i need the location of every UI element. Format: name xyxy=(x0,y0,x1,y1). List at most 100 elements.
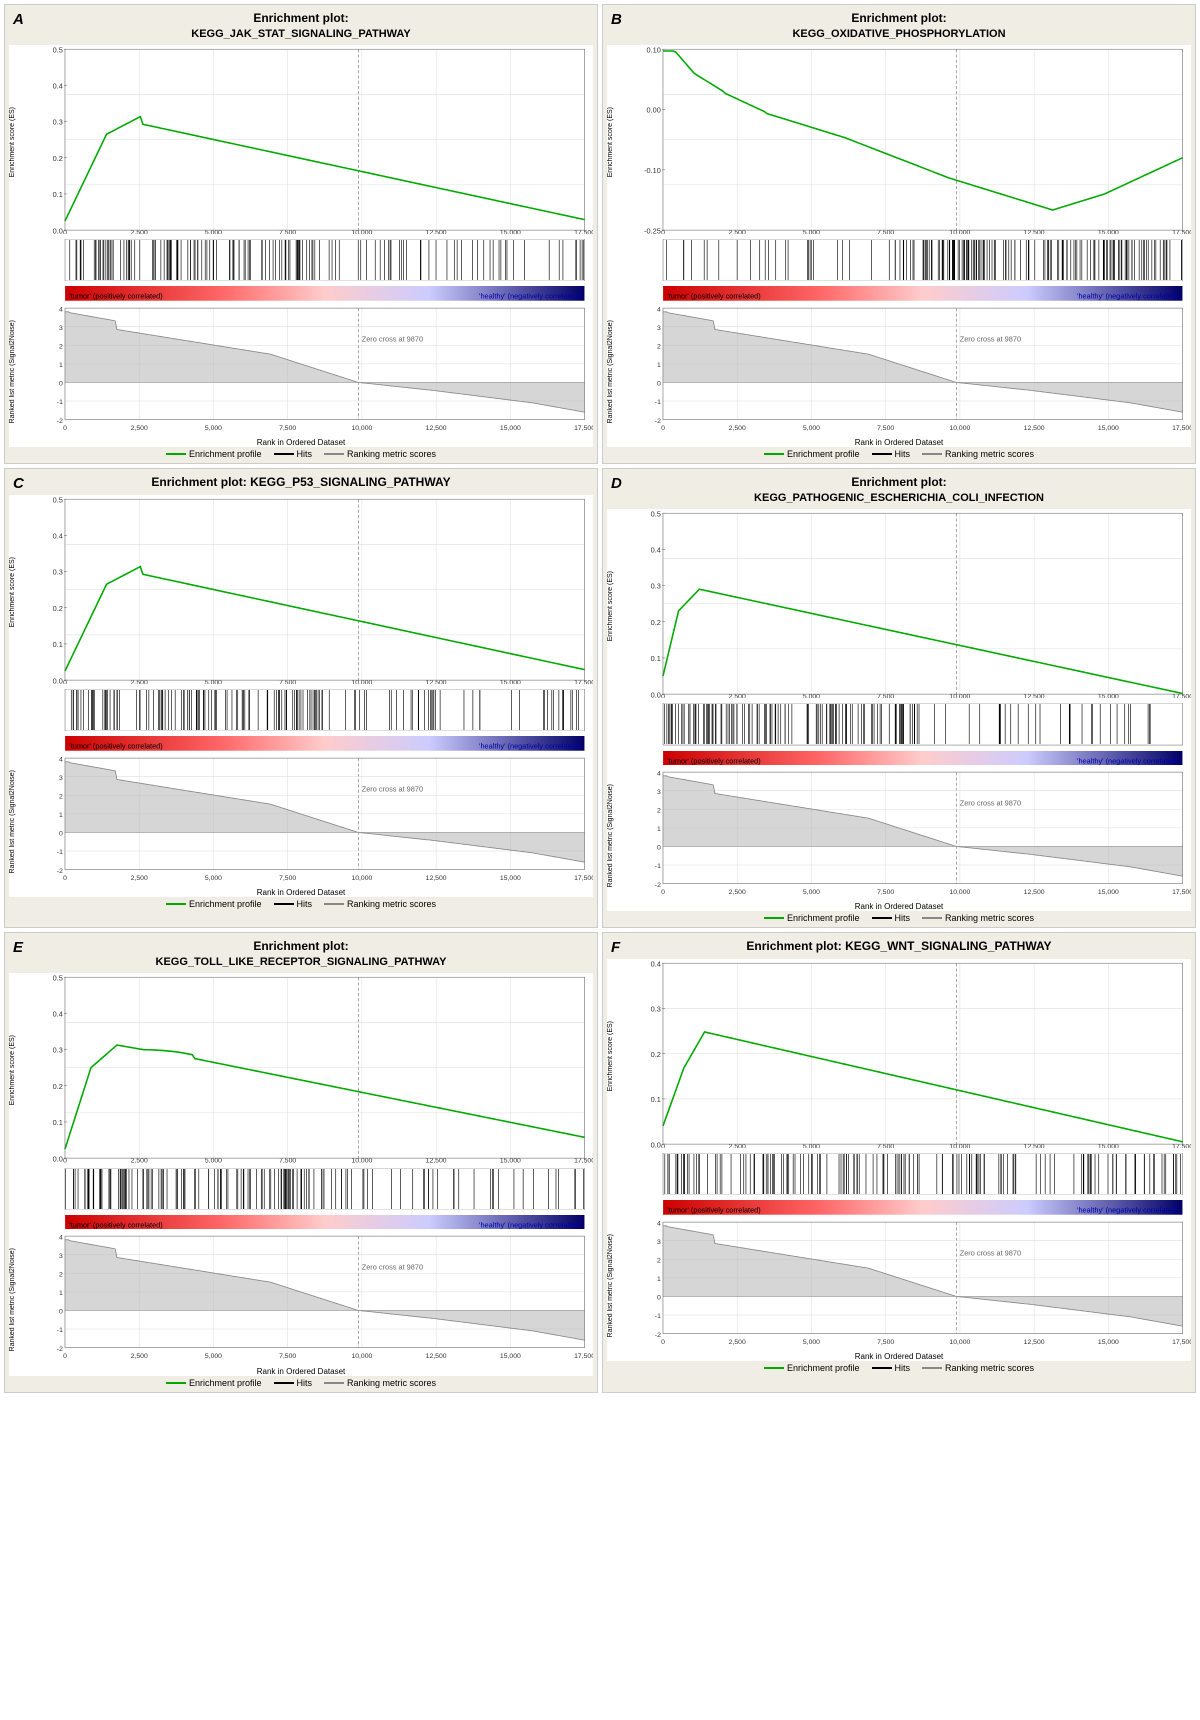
svg-text:2: 2 xyxy=(59,1272,63,1279)
legend-hits: Hits xyxy=(274,899,313,909)
svg-text:5,000: 5,000 xyxy=(803,889,820,896)
svg-text:2,500: 2,500 xyxy=(729,425,746,432)
svg-text:0.1: 0.1 xyxy=(53,190,63,199)
color-bar-svg: 'tumor' (positively correlated) 'healthy'… xyxy=(25,286,593,301)
legend-enrichment: Enrichment profile xyxy=(764,449,860,459)
svg-text:-0.25: -0.25 xyxy=(644,226,661,234)
color-bar-svg: 'tumor' (positively correlated)'healthy'… xyxy=(25,736,593,751)
svg-text:Zero cross at 9870: Zero cross at 9870 xyxy=(960,799,1021,808)
svg-text:5,000: 5,000 xyxy=(803,1339,820,1346)
svg-text:15,000: 15,000 xyxy=(1098,425,1119,432)
svg-text:0.5: 0.5 xyxy=(53,45,63,54)
svg-text:12,500: 12,500 xyxy=(426,875,447,882)
color-bar-svg: 'tumor' (positively correlated)'healthy'… xyxy=(623,1200,1191,1215)
svg-text:5,000: 5,000 xyxy=(803,425,820,432)
svg-text:0.4: 0.4 xyxy=(651,959,661,968)
svg-text:1: 1 xyxy=(657,362,661,369)
chart-title-f: Enrichment plot: KEGG_WNT_SIGNALING_PATH… xyxy=(607,939,1191,955)
legend-enrichment-line xyxy=(764,917,784,919)
svg-text:17,500: 17,500 xyxy=(1172,425,1191,432)
svg-text:4: 4 xyxy=(657,770,661,777)
es-chart-svg: 0.00.10.20.30.40.502,5005,0007,50010,000… xyxy=(25,495,593,684)
legend-hits-text: Hits xyxy=(895,913,911,923)
svg-text:0.2: 0.2 xyxy=(53,154,63,163)
legend-hits: Hits xyxy=(274,1378,313,1388)
legend-enrichment-text: Enrichment profile xyxy=(189,1378,262,1388)
es-chart-svg: 0.00.10.20.30.40.502,5005,0007,50010,000… xyxy=(623,509,1191,698)
svg-text:'healthy' (negatively correlat: 'healthy' (negatively correlated) xyxy=(479,742,580,751)
svg-text:'healthy' (negatively correlat: 'healthy' (negatively correlated) xyxy=(479,292,580,301)
svg-text:2,500: 2,500 xyxy=(131,1354,148,1361)
svg-text:'healthy' (negatively correlat: 'healthy' (negatively correlated) xyxy=(1077,292,1178,301)
svg-text:0: 0 xyxy=(661,425,665,432)
legend-ranking-text: Ranking metric scores xyxy=(347,899,436,909)
legend-enrichment-text: Enrichment profile xyxy=(787,449,860,459)
svg-text:5,000: 5,000 xyxy=(205,1354,222,1361)
svg-text:0.0: 0.0 xyxy=(651,1140,661,1148)
chart-area-a: Enrichment score (ES)0.00.10.20.30.40.50… xyxy=(9,45,593,447)
svg-text:10,000: 10,000 xyxy=(949,425,970,432)
svg-text:0.1: 0.1 xyxy=(53,1118,63,1127)
svg-text:10,000: 10,000 xyxy=(949,1339,970,1346)
x-axis-label: Rank in Ordered Dataset xyxy=(607,438,1191,447)
svg-text:-2: -2 xyxy=(57,868,63,875)
x-axis-label: Rank in Ordered Dataset xyxy=(9,1367,593,1376)
chart-legend: Enrichment profile Hits Ranking metric sco… xyxy=(9,899,593,909)
svg-text:'tumor' (positively correlated: 'tumor' (positively correlated) xyxy=(667,756,760,765)
svg-text:0.4: 0.4 xyxy=(53,1010,63,1019)
svg-text:'healthy' (negatively correlat: 'healthy' (negatively correlated) xyxy=(479,1220,580,1229)
svg-text:1: 1 xyxy=(59,1290,63,1297)
svg-text:0.0: 0.0 xyxy=(53,676,63,684)
svg-text:-1: -1 xyxy=(57,1328,63,1335)
svg-text:2: 2 xyxy=(657,343,661,350)
color-bar-svg: 'tumor' (positively correlated)'healthy'… xyxy=(25,1215,593,1230)
hits-svg xyxy=(25,239,593,281)
svg-text:0.2: 0.2 xyxy=(53,1082,63,1091)
legend-ranking-line xyxy=(324,903,344,905)
svg-text:'tumor' (positively correlated: 'tumor' (positively correlated) xyxy=(69,292,162,301)
svg-text:-1: -1 xyxy=(655,1313,661,1320)
legend-ranking-text: Ranking metric scores xyxy=(945,913,1034,923)
svg-text:0.3: 0.3 xyxy=(651,1005,661,1014)
svg-text:0: 0 xyxy=(63,875,67,882)
y-axis-ranked-label: Ranked list metric (Signal2Noise) xyxy=(9,320,25,423)
legend-hits-line xyxy=(274,1382,294,1384)
legend-ranking-line xyxy=(324,1382,344,1384)
svg-text:2: 2 xyxy=(657,1258,661,1265)
svg-text:17,500: 17,500 xyxy=(574,1354,593,1361)
svg-text:-1: -1 xyxy=(655,863,661,870)
ranked-chart-svg: Zero cross at 987043210-1-202,5005,0007,… xyxy=(623,770,1191,896)
legend-ranking-text: Ranking metric scores xyxy=(347,449,436,459)
chart-title-a: Enrichment plot:KEGG_JAK_STAT_SIGNALING_… xyxy=(9,11,593,41)
svg-text:'healthy' (negatively correlat: 'healthy' (negatively correlated) xyxy=(1077,756,1178,765)
legend-hits-text: Hits xyxy=(895,1363,911,1373)
svg-text:17,500: 17,500 xyxy=(574,875,593,882)
svg-text:0: 0 xyxy=(63,425,67,432)
hits-svg xyxy=(623,1153,1191,1195)
panel-label-d: D xyxy=(611,475,622,492)
chart-area-f: Enrichment score (ES)0.00.10.20.30.402,5… xyxy=(607,959,1191,1361)
svg-text:0.3: 0.3 xyxy=(651,582,661,591)
svg-text:0: 0 xyxy=(59,831,63,838)
svg-text:3: 3 xyxy=(59,775,63,782)
y-axis-ranked-label: Ranked list metric (Signal2Noise) xyxy=(607,320,623,423)
legend-enrichment-line xyxy=(166,1382,186,1384)
svg-text:15,000: 15,000 xyxy=(500,875,521,882)
legend-ranking-line xyxy=(324,453,344,455)
legend-enrichment: Enrichment profile xyxy=(166,449,262,459)
svg-text:0.4: 0.4 xyxy=(53,531,63,540)
svg-text:0: 0 xyxy=(661,889,665,896)
svg-text:0: 0 xyxy=(657,845,661,852)
legend-ranking: Ranking metric scores xyxy=(324,449,436,459)
panel-f: FEnrichment plot: KEGG_WNT_SIGNALING_PAT… xyxy=(602,932,1196,1392)
chart-title-b: Enrichment plot:KEGG_OXIDATIVE_PHOSPHORY… xyxy=(607,11,1191,41)
legend-hits-line xyxy=(872,453,892,455)
legend-enrichment-text: Enrichment profile xyxy=(787,913,860,923)
legend-enrichment-line xyxy=(166,453,186,455)
svg-text:15,000: 15,000 xyxy=(500,1354,521,1361)
svg-text:0.1: 0.1 xyxy=(53,640,63,649)
legend-enrichment: Enrichment profile xyxy=(166,899,262,909)
svg-text:-2: -2 xyxy=(57,418,63,425)
panel-label-b: B xyxy=(611,11,622,28)
svg-text:7,500: 7,500 xyxy=(279,875,296,882)
